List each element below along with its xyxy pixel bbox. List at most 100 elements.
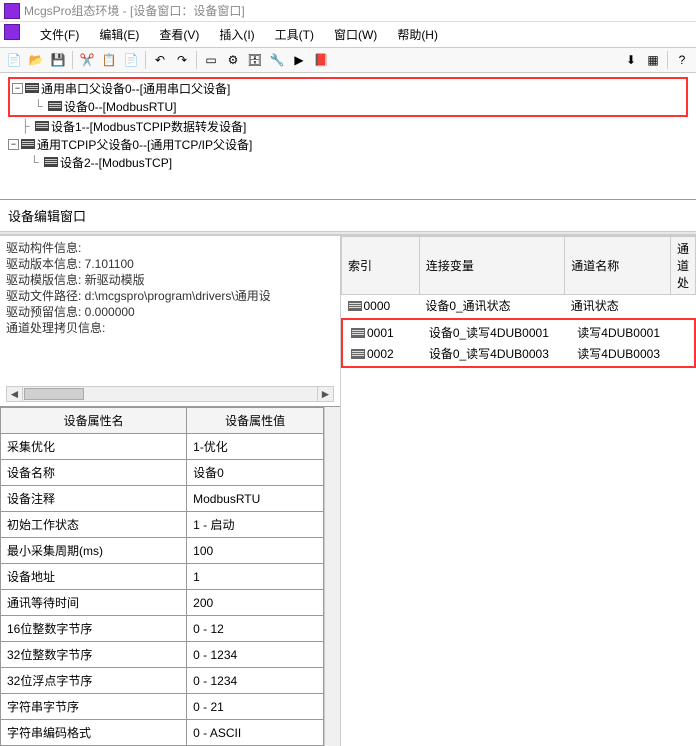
prop-name: 32位整数字节序 (1, 642, 187, 668)
prop-value[interactable]: ModbusRTU (187, 486, 324, 512)
scroll-left-icon[interactable]: ◄ (7, 387, 23, 401)
undo-button[interactable]: ↶ (150, 50, 170, 70)
property-row[interactable]: 采集优化1-优化 (1, 434, 324, 460)
prop-name: 最小采集周期(ms) (1, 538, 187, 564)
property-row[interactable]: 最小采集周期(ms)100 (1, 538, 324, 564)
chan-header-name: 通道名称 (565, 237, 671, 295)
tree-node-device0[interactable]: └ 设备0--[ModbusRTU] (12, 97, 684, 115)
info-line: 驱动构件信息: (6, 240, 334, 256)
channel-row[interactable]: 0000 设备0_通讯状态 通讯状态 (342, 295, 696, 317)
open-button[interactable]: 📂 (26, 50, 46, 70)
menu-item[interactable]: 帮助(H) (387, 24, 448, 45)
prop-name: 通讯等待时间 (1, 590, 187, 616)
prop-value[interactable]: 1 - 启动 (187, 512, 324, 538)
prop-value[interactable]: 100 (187, 538, 324, 564)
prop-value[interactable]: 0 - 1234 (187, 668, 324, 694)
prop-value[interactable]: 1-优化 (187, 434, 324, 460)
property-row[interactable]: 32位浮点字节序0 - 1234 (1, 668, 324, 694)
collapse-icon[interactable]: − (12, 83, 23, 94)
prop-name: 32位浮点字节序 (1, 668, 187, 694)
device-tree[interactable]: − 通用串口父设备0--[通用串口父设备] └ 设备0--[ModbusRTU]… (0, 73, 696, 175)
save-button[interactable]: 💾 (48, 50, 68, 70)
property-row[interactable]: 设备注释ModbusRTU (1, 486, 324, 512)
tree-label: 设备0--[ModbusRTU] (64, 98, 176, 115)
device-icon (48, 101, 62, 111)
tree-node-device2[interactable]: └ 设备2--[ModbusTCP] (8, 153, 688, 171)
copy-button[interactable]: 📋 (99, 50, 119, 70)
tree-branch-icon: ├ (21, 119, 35, 133)
prop-value[interactable]: 设备0 (187, 460, 324, 486)
tree-label: 设备1--[ModbusTCPIP数据转发设备] (51, 118, 246, 135)
menu-item[interactable]: 查看(V) (149, 24, 209, 45)
title-bar: McgsPro组态环境 - [设备窗口：设备窗口] (0, 0, 696, 22)
device-icon (21, 139, 35, 149)
menu-item[interactable]: 插入(I) (209, 24, 264, 45)
property-row[interactable]: 设备名称设备0 (1, 460, 324, 486)
prop-header-name: 设备属性名 (1, 408, 187, 434)
property-row[interactable]: 设备地址1 (1, 564, 324, 590)
config-button[interactable]: ⚙ (223, 50, 243, 70)
property-row[interactable]: 字符串字节序0 - 21 (1, 694, 324, 720)
prop-value[interactable]: 0 - 21 (187, 694, 324, 720)
channel-row[interactable]: 0001 设备0_读写4DUB0001 读写4DUB0001 (345, 322, 692, 343)
collapse-icon[interactable]: − (8, 139, 19, 150)
menu-item[interactable]: 文件(F) (30, 24, 89, 45)
scroll-right-icon[interactable]: ► (317, 387, 333, 401)
chan-header-idx: 索引 (342, 237, 420, 295)
redo-button[interactable]: ↷ (172, 50, 192, 70)
new-button[interactable]: 📄 (4, 50, 24, 70)
prop-name: 设备注释 (1, 486, 187, 512)
help-button[interactable]: ? (672, 50, 692, 70)
row-icon (351, 349, 365, 359)
property-row[interactable]: 初始工作状态1 - 启动 (1, 512, 324, 538)
chan-header-proc: 通道处 (670, 237, 695, 295)
cut-button[interactable]: ✂️ (77, 50, 97, 70)
channel-highlight-box: 0001 设备0_读写4DUB0001 读写4DUB0001 0002 设备0_… (341, 318, 696, 368)
info-line: 驱动预留信息: 0.000000 (6, 304, 334, 320)
prop-name: 16位整数字节序 (1, 616, 187, 642)
channel-row[interactable]: 0002 设备0_读写4DUB0003 读写4DUB0003 (345, 343, 692, 364)
window-title: McgsPro组态环境 - [设备窗口：设备窗口] (24, 2, 245, 19)
h-scrollbar[interactable]: ◄ ► (6, 386, 334, 402)
tree-node-device1[interactable]: ├ 设备1--[ModbusTCPIP数据转发设备] (8, 117, 688, 135)
db-button[interactable]: 🗄 (245, 50, 265, 70)
prop-value[interactable]: 0 - ASCII (187, 720, 324, 746)
v-scrollbar[interactable] (324, 407, 340, 746)
prop-value[interactable]: 200 (187, 590, 324, 616)
menu-item[interactable]: 编辑(E) (89, 24, 149, 45)
paste-button[interactable]: 📄 (121, 50, 141, 70)
menu-item[interactable]: 窗口(W) (324, 24, 387, 45)
scroll-thumb[interactable] (24, 388, 84, 400)
property-row[interactable]: 通讯等待时间200 (1, 590, 324, 616)
window-button[interactable]: ▭ (201, 50, 221, 70)
info-line: 通道处理拷贝信息: (6, 320, 334, 336)
tree-node-tcpip-parent[interactable]: − 通用TCPIP父设备0--[通用TCP/IP父设备] (8, 135, 688, 153)
device-icon (35, 121, 49, 131)
tree-branch-icon: └ (34, 99, 48, 113)
editor-title: 设备编辑窗口 (0, 200, 696, 231)
tree-highlight-box: − 通用串口父设备0--[通用串口父设备] └ 设备0--[ModbusRTU] (8, 77, 688, 117)
download-button[interactable]: ⬇ (621, 50, 641, 70)
prop-name: 设备地址 (1, 564, 187, 590)
info-line: 驱动文件路径: d:\mcgspro\program\drivers\通用设 (6, 288, 334, 304)
property-table[interactable]: 设备属性名 设备属性值 采集优化1-优化设备名称设备0设备注释ModbusRTU… (0, 407, 324, 746)
tree-label: 通用串口父设备0--[通用串口父设备] (41, 80, 230, 97)
channel-table[interactable]: 索引 连接变量 通道名称 通道处 0000 设备0_通讯状态 通讯状态 (341, 236, 696, 316)
property-row[interactable]: 字符串编码格式0 - ASCII (1, 720, 324, 746)
prop-value[interactable]: 1 (187, 564, 324, 590)
prop-name: 设备名称 (1, 460, 187, 486)
run-button[interactable]: ▶ (289, 50, 309, 70)
prop-value[interactable]: 0 - 1234 (187, 642, 324, 668)
prop-value[interactable]: 0 - 12 (187, 616, 324, 642)
property-row[interactable]: 16位整数字节序0 - 12 (1, 616, 324, 642)
info-line: 驱动版本信息: 7.101100 (6, 256, 334, 272)
tree-node-serial-parent[interactable]: − 通用串口父设备0--[通用串口父设备] (12, 79, 684, 97)
property-row[interactable]: 32位整数字节序0 - 1234 (1, 642, 324, 668)
toolbar: 📄 📂 💾 ✂️ 📋 📄 ↶ ↷ ▭ ⚙ 🗄 🔧 ▶ 📕 ⬇ ▦ ? (0, 47, 696, 73)
tools-button[interactable]: 🔧 (267, 50, 287, 70)
grid-button[interactable]: ▦ (643, 50, 663, 70)
device-icon (25, 83, 39, 93)
menu-bar: 文件(F)编辑(E)查看(V)插入(I)工具(T)窗口(W)帮助(H) (0, 22, 696, 47)
menu-item[interactable]: 工具(T) (265, 24, 324, 45)
dict-button[interactable]: 📕 (311, 50, 331, 70)
